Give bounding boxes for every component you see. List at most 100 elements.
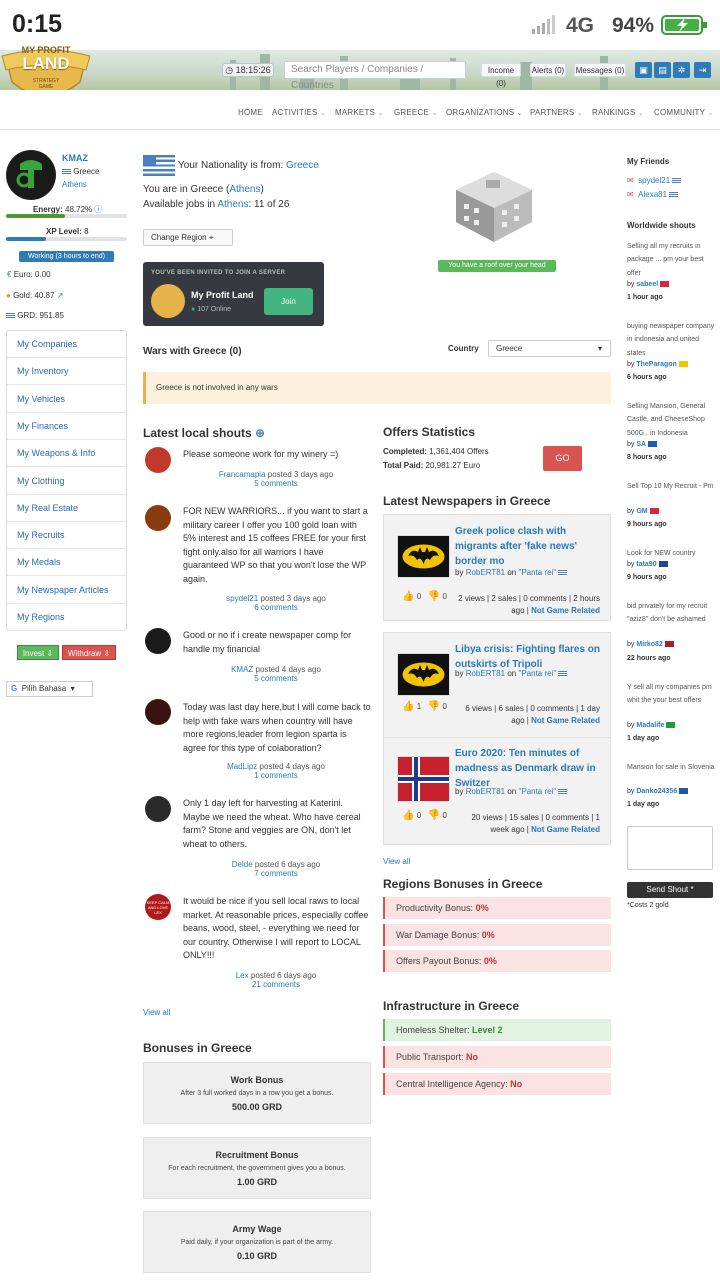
- article-author[interactable]: RobERT81: [466, 787, 505, 796]
- gear-icon[interactable]: ✲: [673, 62, 690, 78]
- offers-go-button[interactable]: GO: [543, 446, 582, 471]
- nav-rankings[interactable]: RANKINGS ⌄: [592, 108, 644, 117]
- shout-author[interactable]: Lex: [236, 971, 249, 980]
- shout-avatar[interactable]: [145, 447, 171, 473]
- worldwide-shout-author: by Mirko82: [627, 641, 674, 648]
- nav-activities[interactable]: ACTIVITIES ⌄: [272, 108, 326, 117]
- invest-button[interactable]: Invest ⇩: [17, 645, 59, 660]
- shout-author[interactable]: Delde: [232, 860, 253, 869]
- shout-comments[interactable]: 6 comments: [254, 603, 298, 612]
- thumbs-up-icon[interactable]: 👍: [402, 810, 414, 821]
- shout-author[interactable]: Francamapia: [219, 470, 266, 479]
- article-title[interactable]: Greek police clash with migrants after '…: [455, 524, 607, 569]
- newspaper-name[interactable]: "Panta rei": [519, 787, 557, 796]
- send-shout-button[interactable]: Send Shout *: [627, 882, 713, 898]
- infrastructure-item: Central Intelligence Agency: No: [383, 1073, 611, 1095]
- withdraw-button[interactable]: Withdraw ⇩: [62, 645, 116, 660]
- profile-city[interactable]: Athens: [62, 180, 87, 189]
- alerts-button[interactable]: Alerts (0): [530, 63, 566, 77]
- messages-button[interactable]: Messages (0): [574, 63, 626, 77]
- menu-item-my-newspaper-articles[interactable]: My Newspaper Articles: [7, 577, 126, 604]
- article-author[interactable]: RobERT81: [466, 669, 505, 678]
- shout-avatar[interactable]: [145, 505, 171, 531]
- newspaper-logo[interactable]: [397, 653, 450, 696]
- greece-flag-icon: [558, 788, 568, 795]
- greece-flag-icon: [558, 569, 568, 576]
- thumbs-up-icon[interactable]: 👍: [402, 591, 414, 602]
- menu-item-my-real-estate[interactable]: My Real Estate: [7, 495, 126, 522]
- shout-meta: MadLipz posted 4 days ago 1 comments: [227, 762, 325, 780]
- shout-comments[interactable]: 1 comments: [254, 771, 298, 780]
- nav-home[interactable]: HOME: [238, 108, 263, 117]
- thumbs-down-icon[interactable]: 👎: [428, 701, 440, 712]
- menu-item-my-inventory[interactable]: My Inventory: [7, 358, 126, 386]
- nav-markets[interactable]: MARKETS ⌄: [335, 108, 384, 117]
- shouts-view-all[interactable]: View all: [143, 1008, 170, 1017]
- shout-comments[interactable]: 21 comments: [252, 980, 300, 989]
- newspaper-name[interactable]: "Panta rei": [519, 669, 557, 678]
- shout-author[interactable]: spydel21: [226, 594, 258, 603]
- friend-item[interactable]: ✉ Alexa81: [627, 190, 679, 199]
- mail-icon: ✉: [627, 190, 634, 199]
- income-button[interactable]: Income (0): [481, 63, 521, 88]
- menu-item-my-companies[interactable]: My Companies: [7, 331, 126, 358]
- shout-avatar[interactable]: [145, 628, 171, 654]
- nav-greece[interactable]: GREECE ⌄: [394, 108, 438, 117]
- chevron-down-icon: ⌄: [377, 110, 384, 117]
- friend-item[interactable]: ✉ spydel21: [627, 176, 682, 185]
- shout-comments[interactable]: 5 comments: [254, 674, 298, 683]
- shout-avatar[interactable]: [145, 699, 171, 725]
- logout-icon[interactable]: ⇥: [694, 62, 711, 78]
- nav-partners[interactable]: PARTNERS ⌄: [530, 108, 583, 117]
- thumbs-up-icon[interactable]: 👍: [402, 701, 414, 712]
- avatar[interactable]: [6, 150, 56, 200]
- menu-item-my-medals[interactable]: My Medals: [7, 549, 126, 577]
- shout-textarea[interactable]: [627, 826, 713, 870]
- shout-text: Good or no if i create newspaper comp fo…: [183, 630, 352, 654]
- status-time: 0:15: [12, 10, 63, 38]
- menu-item-my-regions[interactable]: My Regions: [7, 604, 126, 631]
- article-tag[interactable]: Not Game Related: [531, 825, 600, 834]
- language-select[interactable]: G Pilih Bahasa ▾: [6, 681, 93, 697]
- shout-comments[interactable]: 5 comments: [254, 479, 298, 488]
- newspaper-logo[interactable]: [397, 535, 450, 578]
- article-title[interactable]: Libya crisis: Fighting flares on outskir…: [455, 642, 607, 672]
- offers-title: Offers Statistics: [383, 425, 476, 439]
- thumbs-down-icon[interactable]: 👎: [428, 810, 440, 821]
- avatar-text: KEEP CALM AND LOVE LEX: [146, 900, 170, 915]
- worldwide-shout-author: by GM: [627, 508, 659, 515]
- shout-avatar[interactable]: [145, 796, 171, 822]
- thumbs-down-icon[interactable]: 👎: [428, 591, 440, 602]
- article-tag[interactable]: Not Game Related: [531, 716, 600, 725]
- change-region-button[interactable]: Change Region ⌖: [143, 229, 233, 246]
- working-status[interactable]: Working (3 hours to end): [19, 251, 114, 262]
- newspapers-view-all[interactable]: View all: [383, 857, 410, 866]
- nav-community[interactable]: COMMUNITY ⌄: [654, 108, 714, 117]
- document-icon[interactable]: ▤: [654, 62, 671, 78]
- country-flag-icon: [648, 441, 658, 448]
- worldwide-shout-time: 1 day ago: [627, 735, 660, 742]
- nav-organizations[interactable]: ORGANIZATIONS ⌄: [446, 108, 523, 117]
- article-tag[interactable]: Not Game Related: [531, 606, 600, 615]
- shout-author[interactable]: MadLipz: [227, 762, 257, 771]
- chevron-down-icon: ⌄: [431, 110, 438, 117]
- search-input[interactable]: Search Players / Companies / Countries: [284, 61, 466, 91]
- shout-avatar[interactable]: KEEP CALM AND LOVE LEX: [145, 894, 171, 920]
- menu-item-my-clothing[interactable]: My Clothing: [7, 468, 126, 495]
- article-author[interactable]: RobERT81: [466, 568, 505, 577]
- article-title[interactable]: Euro 2020: Ten minutes of madness as Den…: [455, 746, 607, 791]
- country-select[interactable]: Greece ▾: [488, 340, 611, 357]
- flag-image[interactable]: [397, 756, 450, 802]
- store-icon[interactable]: ▣: [635, 62, 652, 78]
- profile-name[interactable]: KMAZ: [62, 153, 88, 163]
- add-icon[interactable]: ⊕: [255, 426, 265, 440]
- menu-item-my-vehicles[interactable]: My Vehicles: [7, 386, 126, 413]
- chevron-down-icon: ⌄: [576, 110, 583, 117]
- shout-author[interactable]: KMAZ: [231, 665, 253, 674]
- menu-item-my-weapons-info[interactable]: My Weapons & Info: [7, 440, 126, 468]
- newspaper-name[interactable]: "Panta rei": [519, 568, 557, 577]
- join-button[interactable]: Join: [264, 288, 313, 315]
- shout-comments[interactable]: 7 comments: [254, 869, 298, 878]
- menu-item-my-recruits[interactable]: My Recruits: [7, 522, 126, 550]
- menu-item-my-finances[interactable]: My Finances: [7, 413, 126, 440]
